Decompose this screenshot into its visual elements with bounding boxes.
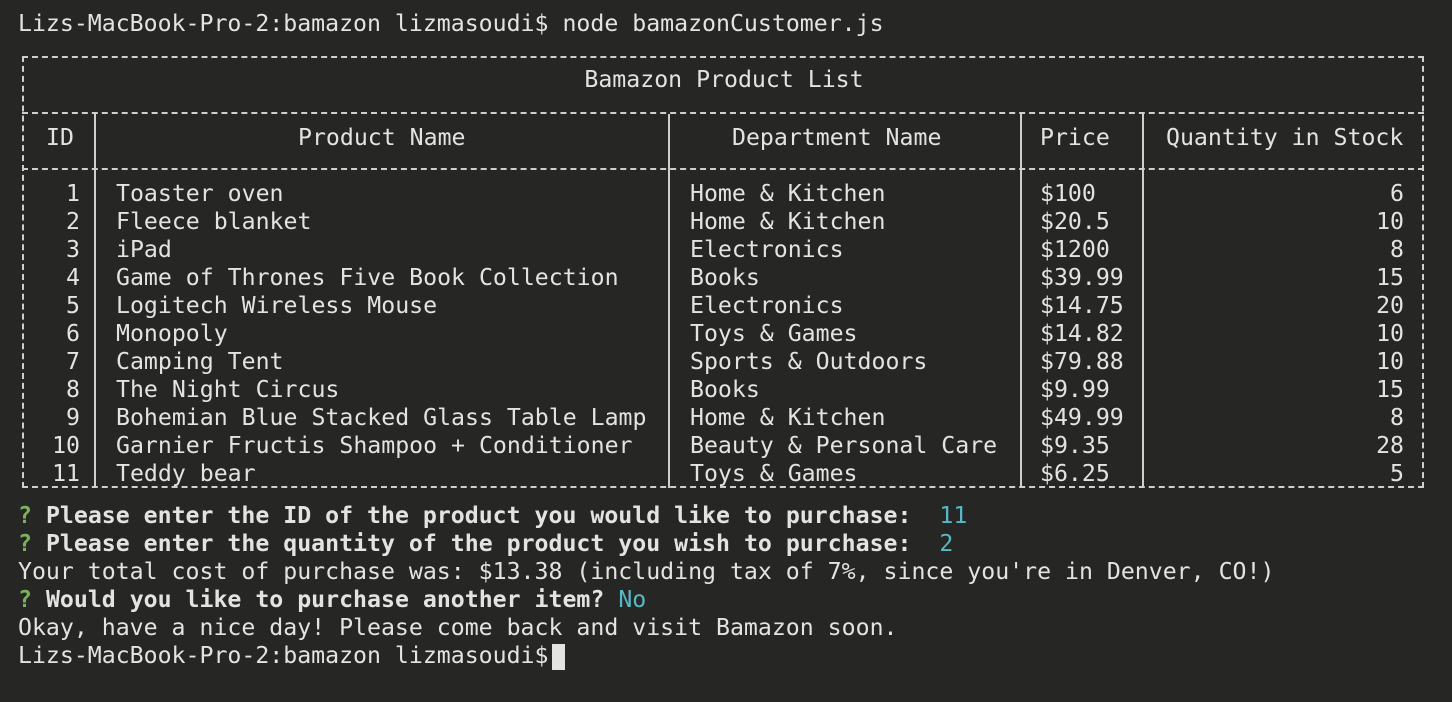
cell-price: $79.88	[1040, 348, 1124, 375]
header-quantity: Quantity in Stock	[1166, 124, 1404, 151]
cell-id: 8	[66, 376, 80, 403]
cell-quantity: 28	[1376, 432, 1404, 459]
product-table: Bamazon Product List ID Product Name Dep…	[18, 48, 1430, 496]
question-mark-icon: ?	[18, 502, 32, 529]
cell-department: Books	[690, 376, 760, 403]
question-mark-icon: ?	[18, 530, 32, 557]
question-text: Please enter the ID of the product you w…	[45, 502, 912, 529]
cell-product-name: Garnier Fructis Shampoo + Conditioner	[116, 432, 633, 459]
cell-department: Sports & Outdoors	[690, 348, 928, 375]
cell-price: $9.99	[1040, 376, 1110, 403]
cell-quantity: 5	[1390, 460, 1404, 487]
cell-id: 5	[66, 292, 80, 319]
cell-id: 3	[66, 236, 80, 263]
cell-price: $6.25	[1040, 460, 1110, 487]
cell-department: Books	[690, 264, 760, 291]
cell-price: $100	[1040, 180, 1096, 207]
cell-department: Electronics	[690, 292, 844, 319]
cell-price: $9.35	[1040, 432, 1110, 459]
cell-id: 9	[66, 404, 80, 431]
text-cursor[interactable]	[552, 643, 566, 670]
cell-id: 7	[66, 348, 80, 375]
cell-product-name: Bohemian Blue Stacked Glass Table Lamp	[116, 404, 647, 431]
cell-department: Home & Kitchen	[690, 404, 886, 431]
question-mark-icon: ?	[18, 586, 32, 613]
question-text: Please enter the quantity of the product…	[45, 530, 912, 557]
cell-department: Home & Kitchen	[690, 180, 886, 207]
cell-price: $1200	[1040, 236, 1110, 263]
table-title: Bamazon Product List	[584, 66, 864, 93]
column-divider	[1020, 114, 1022, 488]
question-text: Would you like to purchase another item?	[45, 586, 605, 613]
shell-prompt: Lizs-MacBook-Pro-2:bamazon lizmasoudi$	[18, 642, 549, 669]
cell-quantity: 8	[1390, 404, 1404, 431]
header-product-name: Product Name	[298, 124, 466, 151]
cell-product-name: Camping Tent	[116, 348, 284, 375]
answer-product-id: 11	[939, 502, 968, 529]
column-divider	[668, 114, 670, 488]
prompt-product-id: ? Please enter the ID of the product you…	[18, 502, 1452, 530]
cell-product-name: Logitech Wireless Mouse	[116, 292, 438, 319]
cell-id: 2	[66, 208, 80, 235]
column-divider	[94, 114, 96, 488]
cell-price: $49.99	[1040, 404, 1124, 431]
cell-quantity: 10	[1376, 208, 1404, 235]
cell-product-name: The Night Circus	[116, 376, 340, 403]
header-department-name: Department Name	[732, 124, 942, 151]
cell-department: Toys & Games	[690, 320, 858, 347]
cell-product-name: Toaster oven	[116, 180, 284, 207]
title-divider	[22, 112, 1424, 114]
prompt-quantity: ? Please enter the quantity of the produ…	[18, 530, 1452, 558]
cell-quantity: 10	[1376, 320, 1404, 347]
cell-quantity: 6	[1390, 180, 1404, 207]
cell-product-name: Fleece blanket	[116, 208, 312, 235]
cell-id: 1	[66, 180, 80, 207]
cell-id: 6	[66, 320, 80, 347]
cell-quantity: 8	[1390, 236, 1404, 263]
cell-product-name: Game of Thrones Five Book Collection	[116, 264, 619, 291]
cell-quantity: 15	[1376, 264, 1404, 291]
cell-product-name: Monopoly	[116, 320, 228, 347]
cell-price: $20.5	[1040, 208, 1110, 235]
cell-id: 10	[52, 432, 80, 459]
cell-department: Toys & Games	[690, 460, 858, 487]
command-text: node bamazonCustomer.js	[562, 10, 884, 37]
goodbye-line: Okay, have a nice day! Please come back …	[18, 614, 898, 641]
column-divider	[1142, 114, 1144, 488]
header-price: Price	[1040, 124, 1110, 151]
prompt-another-item: ? Would you like to purchase another ite…	[18, 586, 1452, 614]
shell-prompt: Lizs-MacBook-Pro-2:bamazon lizmasoudi$	[18, 10, 549, 37]
command-line: Lizs-MacBook-Pro-2:bamazon lizmasoudi$ n…	[18, 10, 1452, 38]
final-prompt-line[interactable]: Lizs-MacBook-Pro-2:bamazon lizmasoudi$	[18, 642, 1452, 670]
cell-quantity: 10	[1376, 348, 1404, 375]
cell-quantity: 20	[1376, 292, 1404, 319]
cell-price: $39.99	[1040, 264, 1124, 291]
cell-department: Home & Kitchen	[690, 208, 886, 235]
cell-department: Beauty & Personal Care	[690, 432, 998, 459]
cell-product-name: iPad	[116, 236, 172, 263]
cell-price: $14.82	[1040, 320, 1124, 347]
terminal-window[interactable]: Lizs-MacBook-Pro-2:bamazon lizmasoudi$ n…	[0, 0, 1452, 702]
cell-product-name: Teddy bear	[116, 460, 256, 487]
cell-id: 4	[66, 264, 80, 291]
cell-department: Electronics	[690, 236, 844, 263]
total-cost-line: Your total cost of purchase was: $13.38 …	[18, 558, 1275, 585]
cell-price: $14.75	[1040, 292, 1124, 319]
cell-quantity: 15	[1376, 376, 1404, 403]
header-id: ID	[46, 124, 74, 151]
answer-quantity: 2	[939, 530, 954, 557]
answer-another-item: No	[618, 586, 647, 613]
header-divider	[22, 168, 1424, 170]
cell-id: 11	[52, 460, 80, 487]
